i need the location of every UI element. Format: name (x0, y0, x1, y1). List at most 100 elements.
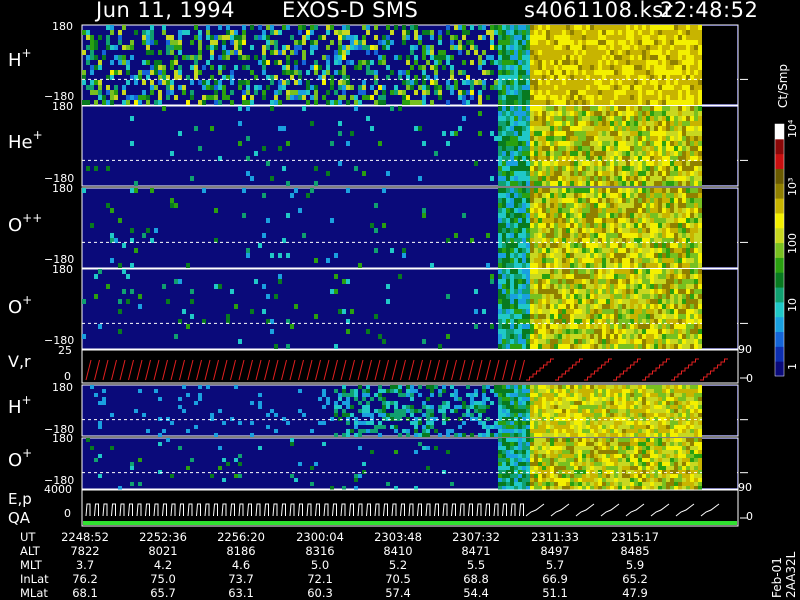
heat-cell (518, 233, 522, 238)
heat-cell (114, 45, 118, 50)
heat-cell (382, 60, 386, 65)
heat-cell (546, 136, 550, 141)
heat-cell (590, 121, 594, 126)
heat-cell (574, 385, 578, 389)
heat-cell (562, 417, 566, 421)
heat-cell (698, 198, 702, 203)
heat-cell (530, 397, 534, 401)
heat-cell (90, 65, 94, 70)
heat-cell (598, 121, 602, 126)
heat-cell (674, 131, 678, 136)
heat-cell (630, 324, 634, 329)
heat-cell (438, 393, 442, 397)
heat-cell (614, 203, 618, 208)
heat-cell (698, 233, 702, 238)
heat-cell (698, 121, 702, 126)
heat-cell (470, 393, 474, 397)
heat-cell (542, 243, 546, 248)
heat-cell (594, 95, 598, 100)
heat-cell (558, 429, 562, 433)
heat-cell (654, 198, 658, 203)
heat-cell (90, 50, 94, 55)
heat-cell (658, 171, 662, 176)
heat-cell (650, 223, 654, 228)
heat-cell (582, 193, 586, 198)
heat-cell (382, 223, 386, 228)
heat-cell (550, 181, 554, 186)
heat-cell (678, 213, 682, 218)
heat-cell (646, 50, 650, 55)
heat-cell (518, 248, 522, 253)
heat-cell (642, 258, 646, 263)
heat-cell (626, 141, 630, 146)
heat-cell (298, 95, 302, 100)
heat-cell (606, 425, 610, 429)
heat-cell (662, 90, 666, 95)
heat-cell (530, 339, 534, 344)
heat-cell (698, 65, 702, 70)
heat-cell (362, 80, 366, 85)
heat-cell (606, 111, 610, 116)
heat-cell (654, 161, 658, 166)
heat-cell (506, 40, 510, 45)
heat-cell (538, 421, 542, 425)
heat-cell (518, 223, 522, 228)
heat-cell (670, 141, 674, 146)
heat-cell (682, 106, 686, 111)
heat-cell (490, 40, 494, 45)
heat-cell (602, 284, 606, 289)
heat-cell (390, 40, 394, 45)
heat-cell (622, 284, 626, 289)
heat-cell (642, 274, 646, 279)
heat-cell (526, 193, 530, 198)
heat-cell (582, 171, 586, 176)
heat-cell (526, 176, 530, 181)
heat-cell (382, 188, 386, 193)
heat-cell (502, 401, 506, 405)
heat-cell (498, 166, 502, 171)
heat-cell (534, 421, 538, 425)
heat-cell (622, 181, 626, 186)
heat-cell (126, 100, 130, 105)
heat-cell (550, 70, 554, 75)
heat-cell (630, 141, 634, 146)
heat-cell (614, 253, 618, 258)
heat-cell (630, 60, 634, 65)
heat-cell (622, 248, 626, 253)
heat-cell (514, 274, 518, 279)
heat-cell (542, 30, 546, 35)
heat-cell (510, 65, 514, 70)
heat-cell (554, 171, 558, 176)
heat-cell (214, 95, 218, 100)
heat-cell (370, 60, 374, 65)
heat-cell (670, 25, 674, 30)
heat-cell (570, 389, 574, 393)
heat-cell (646, 40, 650, 45)
heat-cell (566, 80, 570, 85)
heat-cell (270, 106, 274, 111)
heat-cell (562, 334, 566, 339)
heat-cell (342, 55, 346, 60)
heat-cell (566, 279, 570, 284)
heat-cell (614, 181, 618, 186)
heat-cell (518, 243, 522, 248)
heat-cell (354, 95, 358, 100)
heat-cell (562, 243, 566, 248)
heat-cell (666, 284, 670, 289)
heat-cell (574, 218, 578, 223)
heat-cell (574, 409, 578, 413)
heat-cell (574, 146, 578, 151)
heat-cell (406, 417, 410, 421)
heat-cell (662, 126, 666, 131)
heat-cell (554, 228, 558, 233)
heat-cell (534, 60, 538, 65)
heat-cell (502, 339, 506, 344)
heat-cell (462, 60, 466, 65)
heat-cell (666, 243, 670, 248)
heat-cell (514, 413, 518, 417)
heat-cell (598, 176, 602, 181)
heat-cell (582, 425, 586, 429)
heat-cell (558, 188, 562, 193)
heat-cell (582, 344, 586, 349)
heat-cell (606, 258, 610, 263)
